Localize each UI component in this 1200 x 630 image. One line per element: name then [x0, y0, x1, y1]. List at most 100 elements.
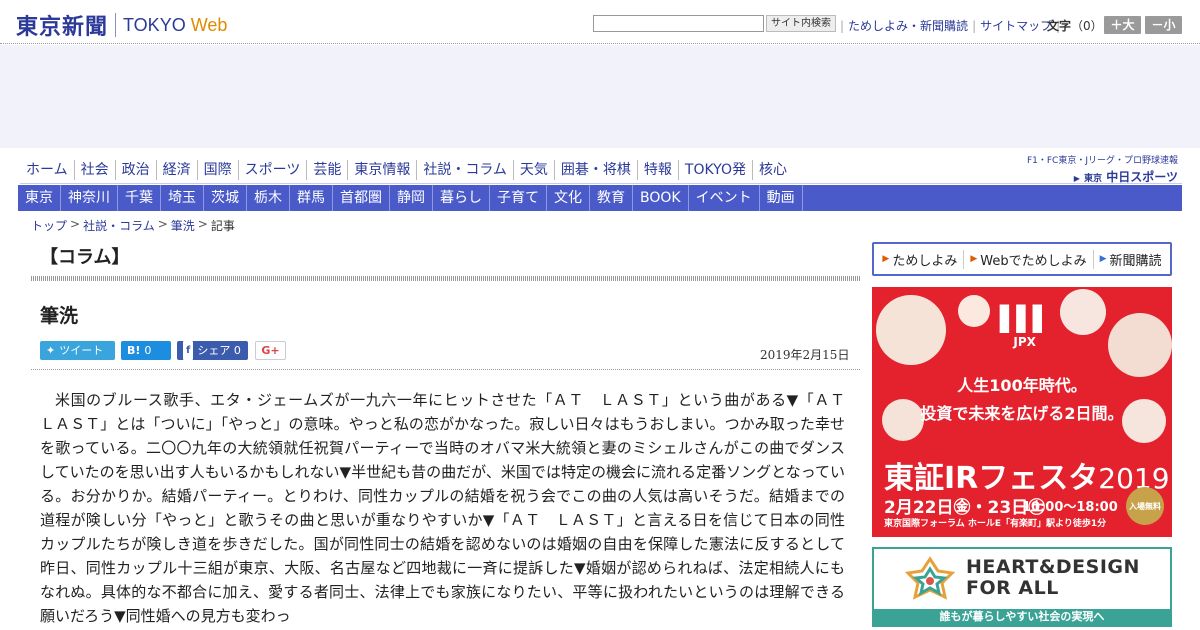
ad-event-name: 東証IRフェスタ2019	[884, 453, 1170, 497]
subscription-links: ▶ ためしよみ ▶ Webでためしよみ ▶ 新聞購読	[872, 242, 1172, 276]
regional-nav-item[interactable]: 栃木	[247, 185, 290, 211]
main-nav-item[interactable]: 天気	[514, 160, 555, 180]
tweet-label: ツイート	[59, 344, 104, 357]
main-nav-item[interactable]: 特報	[638, 160, 679, 180]
main-nav-item[interactable]: 社会	[75, 160, 116, 180]
main-nav-item[interactable]: 囲碁・将棋	[555, 160, 638, 180]
web-trial-read-link[interactable]: ▶ Webでためしよみ	[963, 249, 1092, 269]
regional-nav-item[interactable]: 首都圏	[333, 185, 390, 211]
logo-separator	[115, 13, 117, 37]
regional-nav-item[interactable]: 群馬	[290, 185, 333, 211]
facebook-share-label: シェア	[197, 344, 231, 357]
breadcrumb-column[interactable]: 筆洗	[171, 217, 195, 234]
ad-event-title: 東証IRフェスタ	[884, 461, 1099, 496]
heart-design-ad[interactable]: HEART&DESIGN FOR ALL 誰もが暮らしやすい社会の実現へ	[872, 547, 1172, 627]
article-date: 2019年2月15日	[760, 348, 850, 362]
google-plus-button[interactable]: G+	[255, 341, 286, 360]
trial-read-link[interactable]: ▶ ためしよみ	[876, 250, 963, 269]
chunichi-sports-link[interactable]: F1・FC東京・Jリーグ・プロ野球速報 ▶ 東京 中日スポーツ	[1027, 153, 1178, 185]
heart-design-logo-icon	[904, 556, 956, 600]
main-nav-item[interactable]: ホーム	[20, 160, 75, 180]
logo-japanese: 東京新聞	[16, 14, 109, 40]
breadcrumb-editorial[interactable]: 社説・コラム	[83, 217, 155, 234]
site-logo[interactable]: 東京新聞 TOKYO Web	[16, 9, 227, 41]
regional-nav-item[interactable]: 神奈川	[61, 185, 118, 211]
regional-nav-item[interactable]: 千葉	[118, 185, 161, 211]
search-button[interactable]: サイト内検索	[766, 15, 836, 32]
trial-read-label: ためしよみ	[892, 253, 958, 269]
breadcrumb-separator: >	[197, 217, 208, 231]
ir-festa-ad[interactable]: ▌▌▌ JPX 人生100年時代。 投資で未来を広げる2日間。 東証IRフェスタ…	[872, 287, 1172, 537]
hatena-count: 0	[144, 344, 152, 357]
ad-photo-woman	[876, 295, 946, 365]
regional-nav-item[interactable]: 教育	[590, 185, 633, 211]
ad2-tagline: 誰もが暮らしやすい社会の実現へ	[874, 609, 1170, 625]
regional-nav-item[interactable]: 埼玉	[161, 185, 204, 211]
ad-photo-small	[958, 295, 990, 327]
nav-divider	[20, 183, 1182, 184]
ad-free-badge: 入場無料	[1126, 487, 1164, 525]
regional-nav-item[interactable]: 静岡	[390, 185, 433, 211]
link-separator: |	[972, 18, 977, 33]
regional-nav-item[interactable]: 動画	[760, 185, 803, 211]
sports-name: 中日スポーツ	[1106, 170, 1178, 184]
category-title: 【コラム】	[40, 247, 130, 268]
facebook-count: 0	[233, 344, 241, 357]
sports-title: ▶ 東京 中日スポーツ	[1027, 168, 1178, 185]
subscribe-link[interactable]: ▶ 新聞購読	[1092, 249, 1168, 269]
search-input[interactable]	[593, 15, 764, 32]
article-body: 米国のブルース歌手、エタ・ジェームズが一九六一年にヒットさせた「ＡＴ ＬＡＳＴ」…	[40, 391, 861, 625]
arrow-right-icon: ▶	[970, 254, 978, 264]
text-size-indicator: 文字（0）	[1047, 17, 1103, 34]
tweet-button[interactable]: ✦ ツイート	[40, 341, 115, 360]
logo-web: Web	[190, 14, 228, 35]
top-links: | ためしよみ・新聞購読 | サイトマップ |	[836, 17, 1064, 34]
main-nav-item[interactable]: スポーツ	[239, 160, 308, 180]
facebook-share-button[interactable]: f シェア 0	[177, 341, 248, 360]
ad2-title: HEART&DESIGN FOR ALL	[966, 557, 1140, 599]
ad2-title-line1: HEART&DESIGN	[966, 556, 1140, 578]
breadcrumb-separator: >	[70, 217, 81, 231]
jpx-logo-mark: ▌▌▌	[1000, 305, 1051, 333]
ad-event-time: 10:00～18:00	[1022, 500, 1118, 515]
ad-photo-man	[1108, 313, 1172, 377]
regional-nav-item[interactable]: 暮らし	[433, 185, 490, 211]
main-nav-item[interactable]: 経済	[157, 160, 198, 180]
main-nav-item[interactable]: 核心	[753, 160, 793, 180]
text-smaller-button[interactable]: －小	[1145, 16, 1182, 34]
regional-nav-item[interactable]: 子育て	[490, 185, 547, 211]
regional-nav-item[interactable]: BOOK	[633, 185, 689, 211]
regional-nav: 東京 神奈川 千葉 埼玉 茨城 栃木 群馬 首都圏 静岡 暮らし 子育て 文化 教育 BOOK イベント 動画	[18, 185, 1182, 211]
link-subscribe[interactable]: ためしよみ・新聞購読	[848, 17, 968, 34]
main-nav-item[interactable]: 芸能	[307, 160, 349, 180]
link-separator: |	[840, 18, 845, 33]
text-size-label: 文字	[1047, 19, 1072, 33]
ad2-title-line2: FOR ALL	[966, 577, 1059, 599]
breadcrumb: トップ > 社説・コラム > 筆洗 > 記事	[31, 217, 235, 234]
hatena-bookmark-button[interactable]: B! 0	[121, 341, 171, 360]
breadcrumb-separator: >	[157, 217, 168, 231]
main-nav-item[interactable]: 社説・コラム	[417, 160, 514, 180]
regional-nav-item[interactable]: 東京	[18, 185, 61, 211]
regional-nav-item[interactable]: 文化	[547, 185, 590, 211]
sports-arrow-icon: ▶	[1073, 174, 1080, 183]
regional-nav-item[interactable]: 茨城	[204, 185, 247, 211]
breadcrumb-top[interactable]: トップ	[31, 217, 67, 234]
arrow-right-icon: ▶	[882, 254, 890, 264]
category-divider	[31, 276, 860, 281]
main-nav-item[interactable]: 国際	[198, 160, 239, 180]
arrow-right-icon: ▶	[1099, 254, 1107, 264]
main-nav-item[interactable]: 東京情報	[348, 160, 418, 180]
link-sitemap[interactable]: サイトマップ	[980, 17, 1052, 34]
main-nav-item[interactable]: 政治	[116, 160, 157, 180]
logo-english: TOKYO	[123, 14, 186, 35]
regional-nav-item[interactable]: イベント	[689, 185, 760, 211]
sports-prefix: 東京	[1084, 174, 1103, 184]
ad-banner-area	[0, 45, 1200, 148]
web-trial-read-label: Webでためしよみ	[980, 253, 1087, 269]
main-nav-item[interactable]: TOKYO発	[679, 160, 753, 180]
jpx-logo-text: JPX	[1013, 335, 1036, 349]
text-bigger-button[interactable]: ＋大	[1104, 16, 1141, 34]
top-bar: 東京新聞 TOKYO Web サイト内検索 | ためしよみ・新聞購読 | サイト…	[0, 0, 1200, 44]
article-divider	[31, 369, 860, 370]
